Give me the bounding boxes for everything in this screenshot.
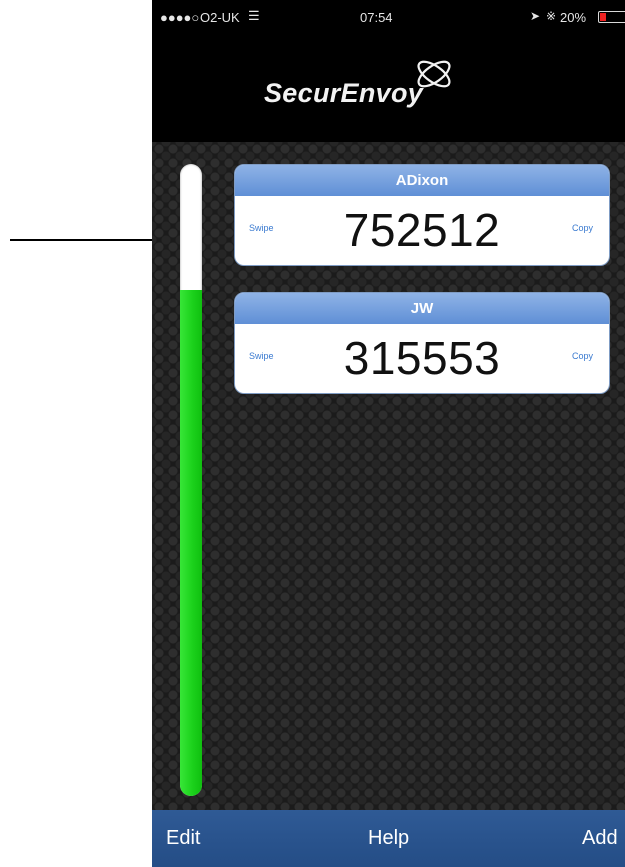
phone-screen: ●●●●○ O2-UK ☰ 07:54 ➤ ※ 20% SecurEnvoy A…	[152, 0, 625, 867]
carrier-name: O2-UK	[200, 10, 240, 25]
passcode-timer-bar	[180, 164, 202, 796]
token-card[interactable]: ADixon Swipe 752512 Copy	[234, 164, 610, 266]
brand-logo-text: SecurEnvoy	[264, 78, 424, 108]
help-button[interactable]: Help	[368, 827, 409, 850]
brand-logo-icon	[417, 60, 451, 88]
status-bar: ●●●●○ O2-UK ☰ 07:54 ➤ ※ 20%	[152, 0, 625, 40]
token-list-area: ADixon Swipe 752512 Copy JW Swipe 315553…	[152, 142, 625, 810]
bottom-toolbar: Edit Help Add	[152, 810, 625, 867]
signal-strength-icon: ●●●●○	[160, 10, 200, 25]
location-icon: ➤	[530, 9, 541, 23]
add-button[interactable]: Add	[582, 827, 618, 850]
token-name: JW	[235, 293, 609, 324]
bluetooth-icon: ※	[546, 9, 557, 23]
status-time: 07:54	[360, 10, 393, 25]
copy-button[interactable]: Copy	[572, 351, 593, 361]
copy-button[interactable]: Copy	[572, 223, 593, 233]
app-header: SecurEnvoy	[152, 40, 625, 142]
passcode-value: 752512	[343, 204, 501, 256]
timer-remaining-fill	[180, 290, 202, 796]
wifi-icon: ☰	[248, 8, 260, 23]
token-card[interactable]: JW Swipe 315553 Copy	[234, 292, 610, 394]
battery-percent: 20%	[560, 10, 587, 25]
edit-button[interactable]: Edit	[166, 827, 200, 850]
token-name: ADixon	[235, 165, 609, 196]
battery-icon	[598, 11, 625, 23]
passcode-value: 315553	[343, 332, 501, 384]
